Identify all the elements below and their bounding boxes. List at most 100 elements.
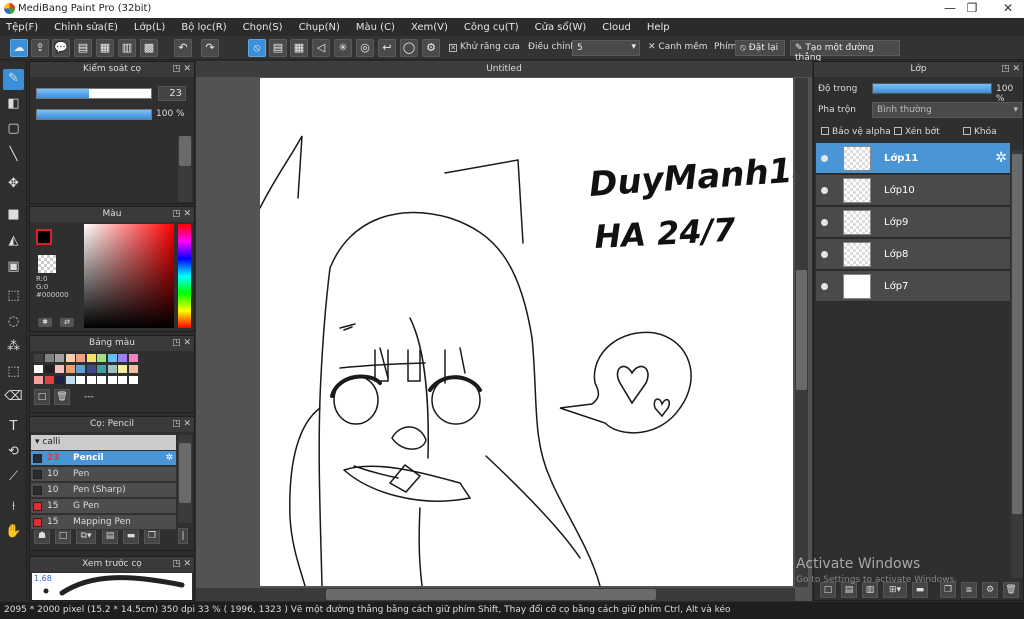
brush-item[interactable]: 10 Pen [31, 467, 176, 482]
move-tool-icon[interactable]: ✥ [3, 174, 24, 195]
dot-tool-icon[interactable]: ╲ [3, 145, 24, 166]
palette-swatch[interactable] [34, 365, 43, 373]
eraser-tool-icon[interactable]: ◧ [3, 94, 24, 115]
visibility-icon[interactable] [821, 219, 828, 226]
bucket-icon[interactable]: ◭ [3, 231, 24, 252]
palette-swatch[interactable] [65, 365, 75, 373]
magic-wand-icon[interactable]: ⁂ [3, 337, 24, 358]
rect-tool-icon[interactable]: ▢ [3, 119, 24, 140]
panel-icon[interactable]: ▦ [96, 39, 114, 57]
scroll-thumb[interactable] [796, 270, 807, 390]
lasso-icon[interactable]: ◌ [3, 312, 24, 333]
brush-item[interactable]: 10 Pen (Sharp) [31, 483, 176, 498]
brush-scrollbar[interactable] [178, 435, 192, 523]
gear-icon[interactable]: ✲ [995, 150, 1007, 166]
menu-view[interactable]: Xem(V) [411, 22, 448, 33]
brush-item[interactable]: 15 G Pen [31, 499, 176, 514]
scroll-thumb[interactable] [1012, 154, 1022, 514]
brush-new-icon[interactable]: □ [55, 528, 71, 544]
menu-help[interactable]: Help [647, 22, 670, 33]
divide-tool-icon[interactable]: ⟋ [3, 467, 24, 488]
brush-duplicate-icon[interactable]: ❐ [144, 528, 160, 544]
select-eraser-icon[interactable]: ⌫ [3, 387, 24, 408]
snap-concentric-icon[interactable]: ◎ [356, 39, 374, 57]
brush-edit-icon[interactable]: ▤ [102, 528, 118, 544]
color-swap-button[interactable]: ⇄ [60, 318, 74, 327]
secondary-color-swatch[interactable] [38, 255, 56, 273]
palette-swatch[interactable] [76, 376, 85, 384]
menu-filter[interactable]: Bộ lọc(R) [181, 22, 226, 33]
menu-layer[interactable]: Lớp(L) [134, 22, 165, 33]
layer-row[interactable]: Lớp8 [816, 239, 1010, 270]
layer-merge-icon[interactable]: ⧈ [961, 582, 977, 598]
panel-close-icon[interactable]: ◳ ✕ [172, 62, 191, 77]
palette-swatch[interactable] [118, 376, 127, 384]
select-pen-icon[interactable]: ⬚ [3, 362, 24, 383]
undo-icon[interactable]: ↶ [174, 39, 192, 57]
layer-scrollbar[interactable] [1011, 150, 1023, 578]
primary-color-swatch[interactable] [36, 229, 52, 245]
layer-row[interactable]: Lớp7 [816, 271, 1010, 302]
brush-tool-icon[interactable]: ✎ [3, 69, 24, 90]
palette-swatch[interactable] [86, 365, 96, 373]
palette-swatch[interactable] [44, 376, 54, 384]
blend-mode-select[interactable]: Bình thường ▾ [872, 102, 1022, 118]
palette-swatch[interactable] [76, 365, 85, 373]
saturation-value-picker[interactable] [84, 224, 174, 328]
palette-swatch[interactable] [107, 365, 117, 373]
brush-opacity-slider[interactable] [36, 109, 152, 120]
palette-swatch[interactable] [55, 354, 64, 362]
comment-icon[interactable]: 💬 [52, 39, 70, 57]
layer-row[interactable]: Lớp10 [816, 175, 1010, 206]
palette-swatch[interactable] [118, 354, 127, 362]
palette-swatch[interactable] [44, 365, 54, 373]
snap-settings-icon[interactable]: ⚙ [422, 39, 440, 57]
snap-grid-icon[interactable]: ▦ [290, 39, 308, 57]
menu-select[interactable]: Chọn(S) [243, 22, 283, 33]
scroll-thumb[interactable] [179, 136, 191, 166]
frame-icon[interactable]: ▥ [118, 39, 136, 57]
select-rect-icon[interactable]: ⬚ [3, 286, 24, 307]
text-tool-icon[interactable]: T [3, 417, 24, 438]
scroll-thumb[interactable] [326, 589, 656, 600]
brush-delete-icon[interactable]: | [178, 528, 188, 544]
palette-swatch[interactable] [107, 376, 117, 384]
menu-file[interactable]: Tệp(F) [6, 22, 38, 33]
balloon-icon[interactable]: ▤ [74, 39, 92, 57]
palette-swatch[interactable] [34, 376, 43, 384]
brush-folder-icon[interactable]: ▬ [123, 528, 139, 544]
panel-scrollbar[interactable] [178, 136, 192, 202]
antialias-checkbox[interactable]: ✕ Khử răng cưa [449, 42, 520, 52]
visibility-icon[interactable] [821, 187, 828, 194]
palette-swatch[interactable] [65, 376, 75, 384]
straight-line-button[interactable]: ✎ Tạo một đường thẳng [790, 40, 900, 63]
smooth-toggle[interactable]: ✕ Canh mềm [648, 42, 708, 52]
canvas-horizontal-scrollbar[interactable] [196, 588, 795, 601]
palette-swatch[interactable] [55, 365, 64, 373]
maximize-button[interactable]: ❐ [962, 1, 982, 15]
brush-size-slider[interactable] [36, 88, 152, 99]
brush-add-icon[interactable]: ☗ [34, 528, 50, 544]
palette-swatch[interactable] [44, 354, 54, 362]
close-button[interactable]: ✕ [998, 1, 1018, 15]
menu-cloud[interactable]: Cloud [602, 22, 631, 33]
visibility-icon[interactable] [821, 251, 828, 258]
cloud-icon[interactable]: ☁ [10, 39, 28, 57]
lock-checkbox[interactable]: Khóa [963, 127, 997, 137]
snap-perspective-icon[interactable]: ◁ [312, 39, 330, 57]
gradient-icon[interactable]: ▣ [3, 257, 24, 278]
redo-icon[interactable]: ↷ [201, 39, 219, 57]
palette-swatch[interactable] [97, 376, 106, 384]
fill-rect-icon[interactable]: ■ [3, 205, 24, 226]
scroll-thumb[interactable] [179, 443, 191, 503]
color-mode-button[interactable]: ✱ [38, 318, 52, 327]
palette-swatch[interactable] [128, 376, 138, 384]
palette-swatch[interactable] [86, 376, 96, 384]
visibility-icon[interactable] [821, 283, 828, 290]
reset-button[interactable]: ⦸ Đặt lại [735, 40, 785, 56]
menu-snap[interactable]: Chụp(N) [299, 22, 340, 33]
palette-swatch[interactable] [76, 354, 85, 362]
eyedropper-icon[interactable]: ⟊ [3, 497, 24, 518]
layer-row[interactable]: Lớp11 ✲ [816, 143, 1010, 174]
visibility-icon[interactable] [821, 155, 828, 162]
